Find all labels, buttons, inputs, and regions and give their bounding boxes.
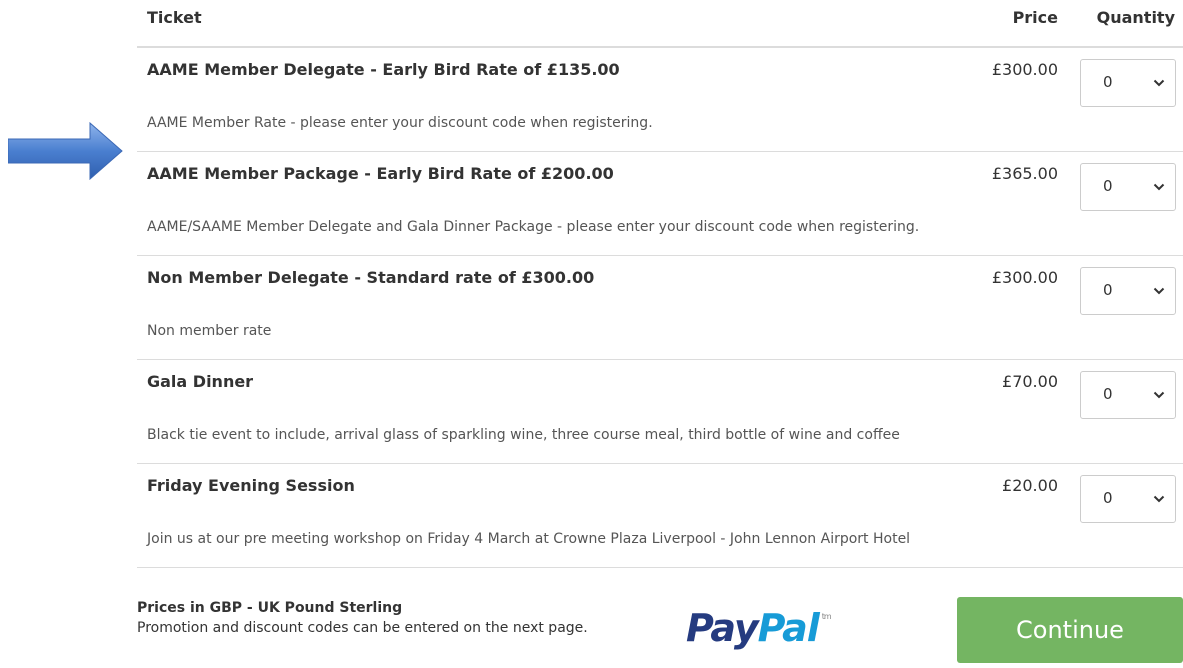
ticket-name: AAME Member Delegate - Early Bird Rate o… [147,60,620,79]
ticket-price: £300.00 [991,60,1058,79]
chevron-down-icon [1153,287,1165,295]
continue-button[interactable]: Continue [957,597,1183,663]
quantity-value: 0 [1103,281,1113,299]
ticket-row-non-member-delegate: Non Member Delegate - Standard rate of £… [137,256,1183,360]
ticket-name: Gala Dinner [147,372,254,391]
footer-info: Prices in GBP - UK Pound Sterling Promot… [137,598,627,638]
currency-note: Prices in GBP - UK Pound Sterling [137,600,403,616]
ticket-description: Black tie event to include, arrival glas… [147,427,900,443]
promo-note: Promotion and discount codes can be ente… [137,620,588,636]
quantity-value: 0 [1103,177,1113,195]
header-price: Price [1012,8,1058,27]
header-ticket: Ticket [147,8,202,27]
chevron-down-icon [1153,495,1165,503]
quantity-value: 0 [1103,489,1113,507]
quantity-select[interactable]: 0 [1080,59,1176,107]
paypal-logo-pay: Pay [686,606,759,650]
quantity-select[interactable]: 0 [1080,371,1176,419]
ticket-name: Friday Evening Session [147,476,355,495]
ticket-price: £365.00 [991,164,1058,183]
quantity-select[interactable]: 0 [1080,267,1176,315]
ticket-page: Ticket Price Quantity AAME Member Delega… [0,0,1183,668]
ticket-table: Ticket Price Quantity AAME Member Delega… [137,0,1183,568]
ticket-price: £300.00 [991,268,1058,287]
chevron-down-icon [1153,391,1165,399]
ticket-description: Non member rate [147,323,272,339]
paypal-trademark: tm [821,612,832,621]
paypal-logo-pal: Pal [757,606,820,650]
quantity-select[interactable]: 0 [1080,163,1176,211]
ticket-description: AAME Member Rate - please enter your dis… [147,115,653,131]
quantity-value: 0 [1103,385,1113,403]
ticket-description: Join us at our pre meeting workshop on F… [147,531,911,547]
quantity-select[interactable]: 0 [1080,475,1176,523]
paypal-logo: PayPal tm [686,606,832,650]
ticket-row-aame-member-delegate: AAME Member Delegate - Early Bird Rate o… [137,48,1183,152]
ticket-name: Non Member Delegate - Standard rate of £… [147,268,595,287]
ticket-name: AAME Member Package - Early Bird Rate of… [147,164,614,183]
table-header: Ticket Price Quantity [137,0,1183,48]
ticket-price: £20.00 [1002,476,1058,495]
ticket-description: AAME/SAAME Member Delegate and Gala Dinn… [147,219,920,235]
chevron-down-icon [1153,183,1165,191]
header-quantity: Quantity [1096,8,1175,27]
quantity-value: 0 [1103,73,1113,91]
right-arrow-icon [8,122,123,180]
ticket-price: £70.00 [1002,372,1058,391]
ticket-row-aame-member-package: AAME Member Package - Early Bird Rate of… [137,152,1183,256]
ticket-row-gala-dinner: Gala Dinner £70.00 0 Black tie event to … [137,360,1183,464]
ticket-row-friday-evening-session: Friday Evening Session £20.00 0 Join us … [137,464,1183,568]
chevron-down-icon [1153,79,1165,87]
